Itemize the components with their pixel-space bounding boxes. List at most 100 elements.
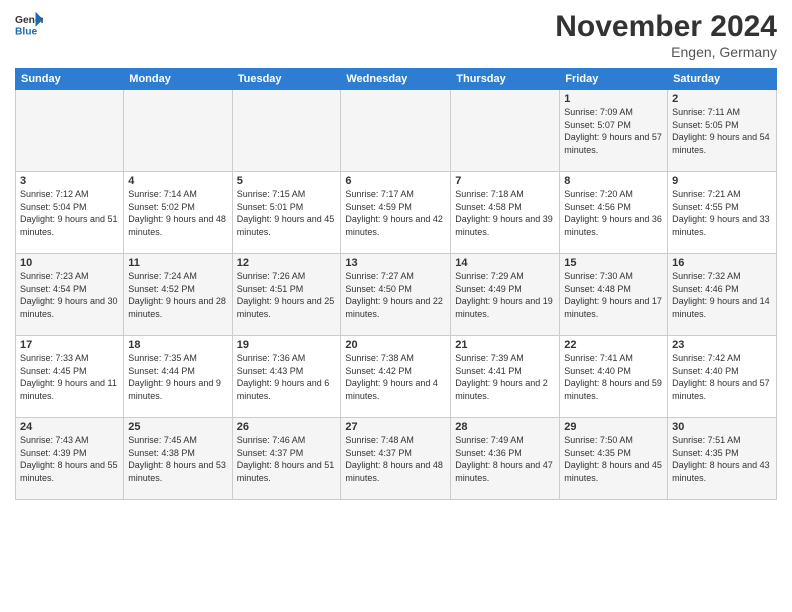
day-detail: Sunrise: 7:32 AM Sunset: 4:46 PM Dayligh… <box>672 270 772 320</box>
day-detail: Sunrise: 7:23 AM Sunset: 4:54 PM Dayligh… <box>20 270 119 320</box>
day-detail: Sunrise: 7:38 AM Sunset: 4:42 PM Dayligh… <box>345 352 446 402</box>
day-detail: Sunrise: 7:48 AM Sunset: 4:37 PM Dayligh… <box>345 434 446 484</box>
calendar-cell: 25Sunrise: 7:45 AM Sunset: 4:38 PM Dayli… <box>124 418 232 500</box>
day-number: 27 <box>345 421 446 433</box>
title-block: November 2024 Engen, Germany <box>555 10 777 60</box>
day-detail: Sunrise: 7:17 AM Sunset: 4:59 PM Dayligh… <box>345 188 446 238</box>
calendar-cell: 15Sunrise: 7:30 AM Sunset: 4:48 PM Dayli… <box>560 254 668 336</box>
calendar-cell: 2Sunrise: 7:11 AM Sunset: 5:05 PM Daylig… <box>668 90 777 172</box>
calendar-cell: 17Sunrise: 7:33 AM Sunset: 4:45 PM Dayli… <box>16 336 124 418</box>
day-detail: Sunrise: 7:45 AM Sunset: 4:38 PM Dayligh… <box>128 434 227 484</box>
calendar-cell: 1Sunrise: 7:09 AM Sunset: 5:07 PM Daylig… <box>560 90 668 172</box>
calendar-cell: 4Sunrise: 7:14 AM Sunset: 5:02 PM Daylig… <box>124 172 232 254</box>
day-detail: Sunrise: 7:11 AM Sunset: 5:05 PM Dayligh… <box>672 106 772 156</box>
day-number: 10 <box>20 257 119 269</box>
day-number: 5 <box>237 175 337 187</box>
calendar-cell: 21Sunrise: 7:39 AM Sunset: 4:41 PM Dayli… <box>451 336 560 418</box>
calendar-body: 1Sunrise: 7:09 AM Sunset: 5:07 PM Daylig… <box>16 90 777 500</box>
day-number: 3 <box>20 175 119 187</box>
day-detail: Sunrise: 7:09 AM Sunset: 5:07 PM Dayligh… <box>564 106 663 156</box>
day-number: 20 <box>345 339 446 351</box>
month-title: November 2024 <box>555 10 777 44</box>
calendar-header-row: Sunday Monday Tuesday Wednesday Thursday… <box>16 69 777 90</box>
day-number: 4 <box>128 175 227 187</box>
calendar-cell: 19Sunrise: 7:36 AM Sunset: 4:43 PM Dayli… <box>232 336 341 418</box>
day-detail: Sunrise: 7:39 AM Sunset: 4:41 PM Dayligh… <box>455 352 555 402</box>
calendar-cell <box>232 90 341 172</box>
header-thursday: Thursday <box>451 69 560 90</box>
calendar-week-4: 24Sunrise: 7:43 AM Sunset: 4:39 PM Dayli… <box>16 418 777 500</box>
day-detail: Sunrise: 7:50 AM Sunset: 4:35 PM Dayligh… <box>564 434 663 484</box>
calendar-cell <box>124 90 232 172</box>
calendar-cell: 22Sunrise: 7:41 AM Sunset: 4:40 PM Dayli… <box>560 336 668 418</box>
calendar-cell <box>451 90 560 172</box>
day-number: 11 <box>128 257 227 269</box>
calendar-cell: 18Sunrise: 7:35 AM Sunset: 4:44 PM Dayli… <box>124 336 232 418</box>
day-detail: Sunrise: 7:49 AM Sunset: 4:36 PM Dayligh… <box>455 434 555 484</box>
calendar-cell: 12Sunrise: 7:26 AM Sunset: 4:51 PM Dayli… <box>232 254 341 336</box>
day-number: 6 <box>345 175 446 187</box>
calendar-cell: 24Sunrise: 7:43 AM Sunset: 4:39 PM Dayli… <box>16 418 124 500</box>
day-detail: Sunrise: 7:29 AM Sunset: 4:49 PM Dayligh… <box>455 270 555 320</box>
day-number: 2 <box>672 93 772 105</box>
calendar-cell: 14Sunrise: 7:29 AM Sunset: 4:49 PM Dayli… <box>451 254 560 336</box>
calendar-cell: 16Sunrise: 7:32 AM Sunset: 4:46 PM Dayli… <box>668 254 777 336</box>
day-detail: Sunrise: 7:15 AM Sunset: 5:01 PM Dayligh… <box>237 188 337 238</box>
calendar-cell: 23Sunrise: 7:42 AM Sunset: 4:40 PM Dayli… <box>668 336 777 418</box>
calendar-week-1: 3Sunrise: 7:12 AM Sunset: 5:04 PM Daylig… <box>16 172 777 254</box>
day-detail: Sunrise: 7:24 AM Sunset: 4:52 PM Dayligh… <box>128 270 227 320</box>
logo-icon: General Blue <box>15 10 43 38</box>
day-detail: Sunrise: 7:26 AM Sunset: 4:51 PM Dayligh… <box>237 270 337 320</box>
calendar-cell <box>16 90 124 172</box>
day-number: 12 <box>237 257 337 269</box>
calendar-cell: 5Sunrise: 7:15 AM Sunset: 5:01 PM Daylig… <box>232 172 341 254</box>
calendar-cell: 20Sunrise: 7:38 AM Sunset: 4:42 PM Dayli… <box>341 336 451 418</box>
calendar-cell: 8Sunrise: 7:20 AM Sunset: 4:56 PM Daylig… <box>560 172 668 254</box>
calendar-week-3: 17Sunrise: 7:33 AM Sunset: 4:45 PM Dayli… <box>16 336 777 418</box>
calendar-week-0: 1Sunrise: 7:09 AM Sunset: 5:07 PM Daylig… <box>16 90 777 172</box>
day-number: 13 <box>345 257 446 269</box>
day-number: 1 <box>564 93 663 105</box>
day-detail: Sunrise: 7:41 AM Sunset: 4:40 PM Dayligh… <box>564 352 663 402</box>
day-detail: Sunrise: 7:30 AM Sunset: 4:48 PM Dayligh… <box>564 270 663 320</box>
header-monday: Monday <box>124 69 232 90</box>
day-detail: Sunrise: 7:51 AM Sunset: 4:35 PM Dayligh… <box>672 434 772 484</box>
day-detail: Sunrise: 7:46 AM Sunset: 4:37 PM Dayligh… <box>237 434 337 484</box>
day-detail: Sunrise: 7:12 AM Sunset: 5:04 PM Dayligh… <box>20 188 119 238</box>
header-tuesday: Tuesday <box>232 69 341 90</box>
calendar-cell: 13Sunrise: 7:27 AM Sunset: 4:50 PM Dayli… <box>341 254 451 336</box>
calendar-cell <box>341 90 451 172</box>
day-number: 7 <box>455 175 555 187</box>
day-number: 17 <box>20 339 119 351</box>
day-detail: Sunrise: 7:14 AM Sunset: 5:02 PM Dayligh… <box>128 188 227 238</box>
day-number: 21 <box>455 339 555 351</box>
day-detail: Sunrise: 7:36 AM Sunset: 4:43 PM Dayligh… <box>237 352 337 402</box>
calendar-cell: 29Sunrise: 7:50 AM Sunset: 4:35 PM Dayli… <box>560 418 668 500</box>
day-number: 25 <box>128 421 227 433</box>
day-detail: Sunrise: 7:18 AM Sunset: 4:58 PM Dayligh… <box>455 188 555 238</box>
day-detail: Sunrise: 7:43 AM Sunset: 4:39 PM Dayligh… <box>20 434 119 484</box>
calendar-cell: 3Sunrise: 7:12 AM Sunset: 5:04 PM Daylig… <box>16 172 124 254</box>
day-detail: Sunrise: 7:21 AM Sunset: 4:55 PM Dayligh… <box>672 188 772 238</box>
header-sunday: Sunday <box>16 69 124 90</box>
calendar-week-2: 10Sunrise: 7:23 AM Sunset: 4:54 PM Dayli… <box>16 254 777 336</box>
calendar-table: Sunday Monday Tuesday Wednesday Thursday… <box>15 68 777 500</box>
day-number: 22 <box>564 339 663 351</box>
calendar-cell: 28Sunrise: 7:49 AM Sunset: 4:36 PM Dayli… <box>451 418 560 500</box>
page-header: General Blue November 2024 Engen, German… <box>15 10 777 60</box>
day-number: 23 <box>672 339 772 351</box>
day-detail: Sunrise: 7:27 AM Sunset: 4:50 PM Dayligh… <box>345 270 446 320</box>
location: Engen, Germany <box>555 44 777 60</box>
header-friday: Friday <box>560 69 668 90</box>
day-detail: Sunrise: 7:42 AM Sunset: 4:40 PM Dayligh… <box>672 352 772 402</box>
day-number: 19 <box>237 339 337 351</box>
day-number: 24 <box>20 421 119 433</box>
day-number: 26 <box>237 421 337 433</box>
day-detail: Sunrise: 7:35 AM Sunset: 4:44 PM Dayligh… <box>128 352 227 402</box>
day-number: 16 <box>672 257 772 269</box>
calendar-cell: 30Sunrise: 7:51 AM Sunset: 4:35 PM Dayli… <box>668 418 777 500</box>
svg-text:Blue: Blue <box>15 26 38 37</box>
day-detail: Sunrise: 7:20 AM Sunset: 4:56 PM Dayligh… <box>564 188 663 238</box>
day-number: 28 <box>455 421 555 433</box>
day-number: 8 <box>564 175 663 187</box>
